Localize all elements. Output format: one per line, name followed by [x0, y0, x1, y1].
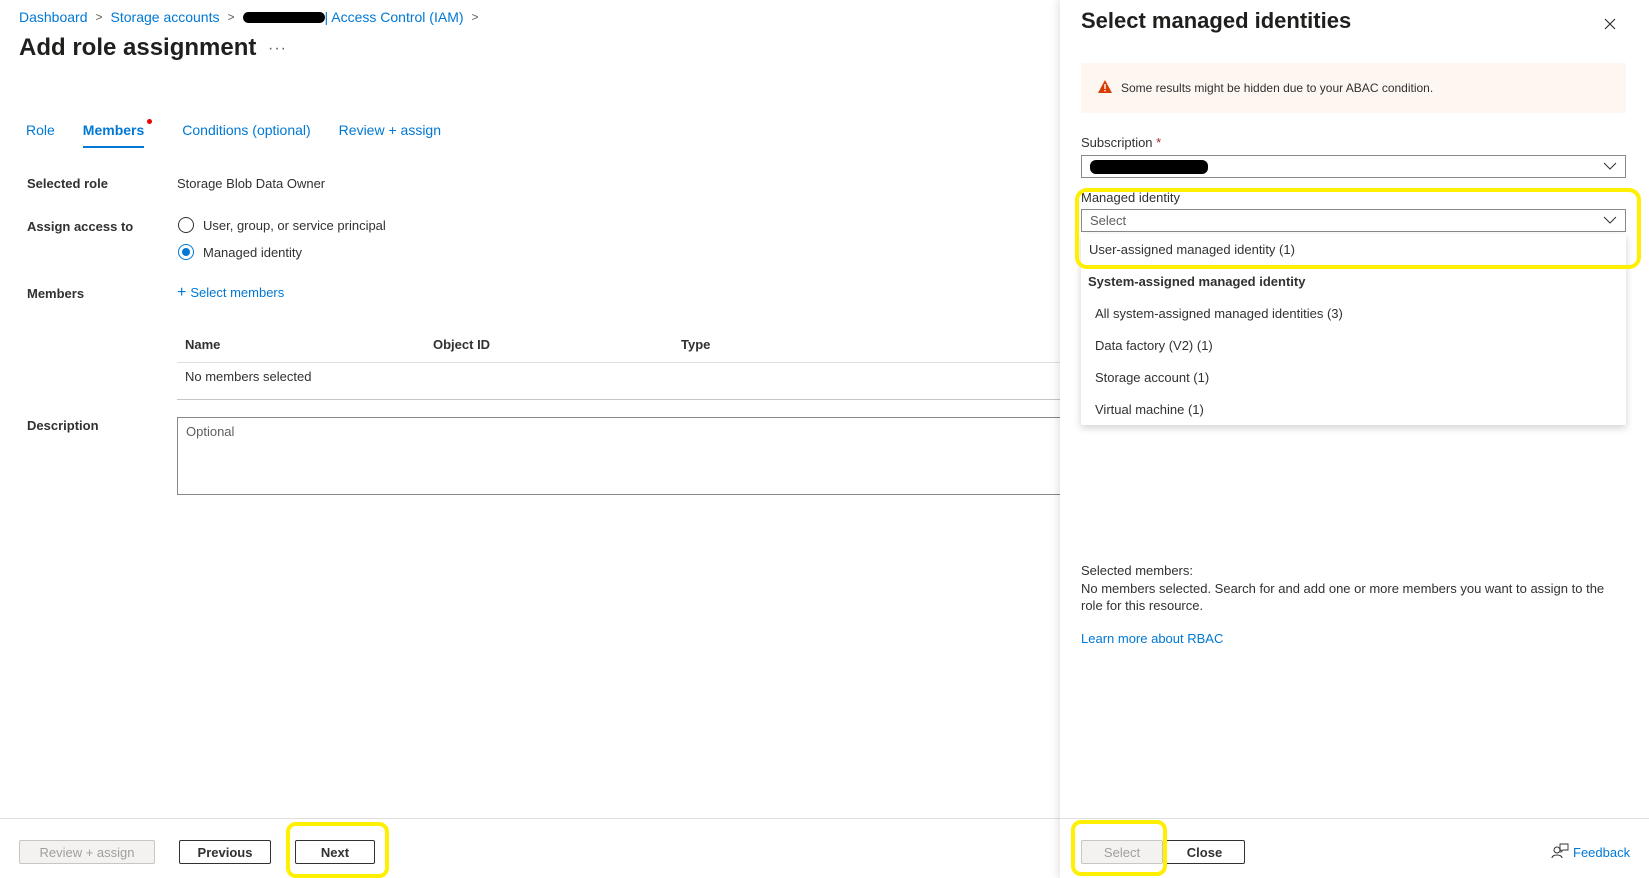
breadcrumb-dashboard[interactable]: Dashboard — [19, 9, 88, 25]
wizard-tabs: Role Members Conditions (optional) Revie… — [26, 119, 469, 148]
managed-identity-dropdown[interactable]: Select — [1081, 209, 1626, 232]
tab-conditions[interactable]: Conditions (optional) — [182, 120, 310, 148]
chevron-down-icon — [1603, 160, 1617, 175]
tab-conditions-label: Conditions (optional) — [182, 122, 311, 138]
description-input[interactable] — [177, 417, 1077, 495]
radio-user-group-sp[interactable]: User, group, or service principal — [178, 217, 386, 233]
feedback-label: Feedback — [1573, 845, 1631, 860]
selected-role-label: Selected role — [27, 176, 108, 191]
radio-label: Managed identity — [203, 244, 303, 260]
radio-managed-identity[interactable]: Managed identity — [178, 244, 302, 260]
menu-item-all-system-assigned[interactable]: All system-assigned managed identities (… — [1095, 306, 1343, 321]
redacted-resource-name — [242, 11, 325, 23]
menu-header-system-assigned: System-assigned managed identity — [1088, 274, 1306, 289]
breadcrumb-storage-accounts[interactable]: Storage accounts — [111, 9, 220, 25]
description-label: Description — [27, 418, 99, 433]
breadcrumb-access-control-label: Access Control (IAM) — [331, 9, 464, 25]
tab-role-label: Role — [26, 122, 55, 138]
selected-role-value: Storage Blob Data Owner — [177, 176, 326, 191]
warning-icon — [1097, 79, 1113, 97]
table-divider — [177, 399, 1060, 400]
subscription-dropdown[interactable] — [1081, 155, 1626, 178]
previous-button[interactable]: Previous — [179, 840, 271, 864]
required-asterisk: * — [1156, 135, 1162, 150]
menu-item-data-factory[interactable]: Data factory (V2) (1) — [1095, 338, 1213, 353]
table-empty-row: No members selected — [185, 369, 312, 384]
abac-warning: Some results might be hidden due to your… — [1081, 63, 1626, 113]
chevron-right-icon: > — [471, 10, 479, 24]
tab-review-assign[interactable]: Review + assign — [339, 120, 441, 148]
warning-text: Some results might be hidden due to your… — [1121, 81, 1434, 95]
chevron-right-icon: > — [227, 10, 235, 24]
column-name[interactable]: Name — [185, 337, 220, 352]
menu-item-storage-account[interactable]: Storage account (1) — [1095, 370, 1209, 385]
redacted-subscription — [1090, 159, 1208, 174]
radio-circle-selected — [178, 244, 194, 260]
managed-identity-label: Managed identity — [1081, 190, 1181, 205]
feedback-link[interactable]: Feedback — [1551, 843, 1630, 862]
tab-members[interactable]: Members — [82, 119, 153, 148]
tab-review-assign-label: Review + assign — [338, 122, 441, 138]
chevron-down-icon — [1603, 214, 1617, 229]
select-button[interactable]: Select — [1081, 840, 1163, 864]
select-managed-identities-panel — [1060, 0, 1649, 878]
managed-identity-menu: User-assigned managed identity (1) Syste… — [1081, 234, 1626, 425]
feedback-icon — [1551, 843, 1569, 862]
subscription-label-text: Subscription — [1081, 135, 1153, 150]
selected-members-label: Selected members: — [1081, 563, 1193, 578]
column-object-id[interactable]: Object ID — [433, 337, 490, 352]
chevron-right-icon: > — [95, 10, 103, 24]
menu-item-user-assigned[interactable]: User-assigned managed identity (1) — [1089, 242, 1295, 257]
radio-circle — [178, 217, 194, 233]
radio-label: User, group, or service principal — [203, 217, 386, 233]
more-options-button[interactable]: ··· — [268, 40, 287, 58]
tab-members-label: Members — [82, 122, 145, 138]
close-button[interactable]: Close — [1164, 840, 1245, 864]
page-title: Add role assignment — [19, 34, 257, 61]
members-label: Members — [27, 286, 85, 301]
breadcrumb: Dashboard > Storage accounts > | Access … — [19, 9, 487, 25]
assign-access-label: Assign access to — [27, 219, 134, 234]
close-icon[interactable] — [1600, 14, 1620, 34]
breadcrumb-access-control[interactable]: | Access Control (IAM) — [325, 9, 464, 25]
column-type[interactable]: Type — [681, 337, 710, 352]
learn-more-rbac-link[interactable]: Learn more about RBAC — [1081, 631, 1223, 646]
select-members-link[interactable]: + Select members — [177, 283, 285, 301]
select-members-label: Select members — [190, 285, 285, 300]
plus-icon: + — [177, 283, 187, 301]
selected-members-text: No members selected. Search for and add … — [1081, 581, 1605, 613]
menu-item-virtual-machine[interactable]: Virtual machine (1) — [1095, 402, 1204, 417]
next-button[interactable]: Next — [295, 840, 375, 864]
panel-title: Select managed identities — [1081, 8, 1352, 33]
tab-role[interactable]: Role — [26, 120, 55, 148]
panel-footer-divider — [1060, 818, 1649, 819]
table-divider — [177, 362, 1060, 363]
footer-divider — [0, 818, 1060, 819]
subscription-label: Subscription * — [1081, 135, 1161, 150]
managed-identity-value: Select — [1090, 213, 1127, 228]
required-indicator — [147, 119, 153, 124]
review-assign-button[interactable]: Review + assign — [19, 840, 155, 864]
